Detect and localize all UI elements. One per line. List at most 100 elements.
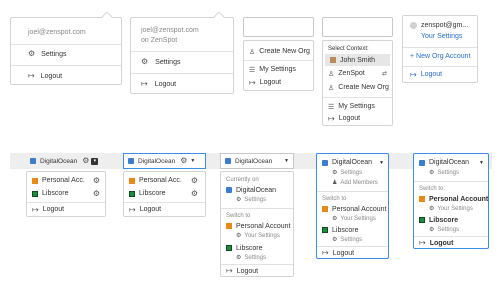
personal-icon [226,223,232,229]
settings-item[interactable]: ⚙ Settings [11,48,121,60]
logout-item[interactable]: ↦ Logout [403,69,477,80]
settings-label: Settings [155,58,181,66]
user-avatar-icon [330,57,336,63]
personal-icon [32,177,38,184]
logout-item[interactable]: ↦ Logout [27,204,105,215]
avatar [410,22,417,29]
logout-icon: ↦ [28,71,35,80]
org-settings-link[interactable]: ⚙ Settings [221,195,293,204]
account-item[interactable]: Personal Acc. ⚙ [27,175,105,186]
logout-icon: ↦ [419,238,426,247]
account-item[interactable]: Personal Account [414,194,488,204]
logout-icon: ↦ [249,77,256,87]
context-org-item[interactable]: ♙ ZenSpot ⇄ [323,68,392,79]
account-item[interactable]: Libscore [414,215,488,225]
libscore-icon [419,217,425,223]
account-label: Libscore [332,226,359,234]
logout-item[interactable]: ↦ Logout [11,70,121,82]
account-settings-link[interactable]: ⚙ Your Settings [414,204,488,213]
gear-icon[interactable]: ⚙ [180,157,187,165]
settings-item[interactable]: ⚙ Settings [131,56,233,68]
logout-label: Logout [259,79,282,86]
chevron-down-icon[interactable]: ▼ [284,158,289,164]
my-settings-item[interactable]: ☰ My Settings [323,101,392,112]
switch-to-label: Switch to: [419,185,446,192]
gear-icon[interactable]: ⚙ [191,189,198,198]
my-settings-label: My Settings [259,66,296,73]
account-email: joel@zenspot.com [28,28,86,36]
logout-item[interactable]: ↦ Logout [244,77,313,88]
logout-item[interactable]: ↦ Logout [323,113,392,124]
org-settings-link[interactable]: ⚙ Settings [414,168,488,177]
switch-to-label: Switch to [322,195,347,202]
logout-item[interactable]: ↦ Logout [221,266,293,276]
account-label: Personal Account [236,222,291,230]
account-settings-link[interactable]: ⚙ Your Settings [317,214,388,223]
my-settings-item[interactable]: ☰ My Settings [244,64,313,75]
org-switcher-trigger[interactable]: DigitalOcean ⚙ ▼ [123,153,206,169]
gear-icon[interactable]: ⚙ [82,157,89,165]
logout-item[interactable]: ↦ Logout [317,248,388,258]
gear-icon: ⚙ [236,196,242,203]
context-user-label: John Smith [340,56,376,64]
your-settings-link[interactable]: Your Settings [403,31,477,41]
current-org-item[interactable]: DigitalOcean [221,185,293,195]
settings-label: Settings [244,254,267,261]
account-trigger-box[interactable] [243,17,314,37]
account-label: Libscore [42,190,69,197]
account-item[interactable]: Libscore ⚙ [124,188,205,199]
org-switcher-trigger[interactable]: DigitalOcean ▼ [317,157,388,168]
account-settings-link[interactable]: ⚙ Your Settings [221,231,293,240]
account-item[interactable]: Libscore ⚙ [27,188,105,199]
select-context-label: Select Context: [328,45,369,52]
create-org-item[interactable]: ♙ Create New Org [323,82,392,93]
chevron-down-icon[interactable]: ▾ [91,157,99,165]
settings-label: Settings [437,226,460,233]
account-email: zenspot@gm... [421,22,469,29]
new-org-link[interactable]: + New Org Account [403,51,477,62]
context-trigger-box[interactable] [322,17,393,37]
chevron-down-icon[interactable]: ▼ [379,160,384,166]
currently-on-label: Currently on [226,176,259,183]
personal-icon [419,196,425,202]
org-name: DigitalOcean [429,159,470,166]
logout-item[interactable]: ↦ Logout [414,238,488,248]
account-item[interactable]: Libscore [221,243,293,253]
logout-item[interactable]: ↦ Logout [131,78,233,90]
settings-label: Settings [41,50,67,58]
account-email: joel@zenspot.com [141,26,199,34]
chevron-down-icon[interactable]: ▼ [479,160,484,166]
org-switcher-trigger[interactable]: DigitalOcean ⚙ ▾ [27,154,107,168]
switch-icon[interactable]: ⇄ [382,70,387,77]
logout-label: Logout [40,72,63,80]
sliders-icon: ☰ [328,103,335,111]
org-menu-b2: Personal Acc. ⚙ Libscore ⚙ ↦ Logout [123,171,206,217]
account-item[interactable]: Libscore [317,225,388,235]
add-members-link[interactable]: ♟ Add Members [317,178,388,187]
settings-label: Settings [244,196,267,203]
gear-icon[interactable]: ⚙ [93,176,100,185]
account-settings-link[interactable]: ⚙ Settings [414,225,488,234]
org-settings-link[interactable]: ⚙ Settings [317,168,388,177]
logout-icon: ↦ [129,204,136,214]
gear-icon: ⚙ [332,215,338,222]
account-item[interactable]: Personal Acc. ⚙ [124,175,205,186]
add-user-icon: ♟ [332,180,338,186]
dropdown-pointer [213,11,225,23]
logout-label: Logout [420,71,443,78]
libscore-icon [322,227,328,233]
logout-label: Logout [236,267,259,275]
org-switcher-trigger[interactable]: DigitalOcean ▼ [220,153,294,169]
account-item[interactable]: Personal Account [221,221,293,231]
context-user-item[interactable]: John Smith [325,54,390,66]
gear-icon[interactable]: ⚙ [191,176,198,185]
create-org-item[interactable]: ♙ Create New Org [244,46,313,57]
account-label: Libscore [429,216,459,224]
gear-icon[interactable]: ⚙ [93,189,100,198]
account-settings-link[interactable]: ⚙ Settings [221,253,293,262]
org-switcher-trigger[interactable]: DigitalOcean ▼ [414,157,488,168]
account-settings-link[interactable]: ⚙ Settings [317,235,388,244]
logout-item[interactable]: ↦ Logout [124,204,205,215]
account-item[interactable]: Personal Account [317,204,388,214]
chevron-down-icon[interactable]: ▼ [190,158,195,164]
